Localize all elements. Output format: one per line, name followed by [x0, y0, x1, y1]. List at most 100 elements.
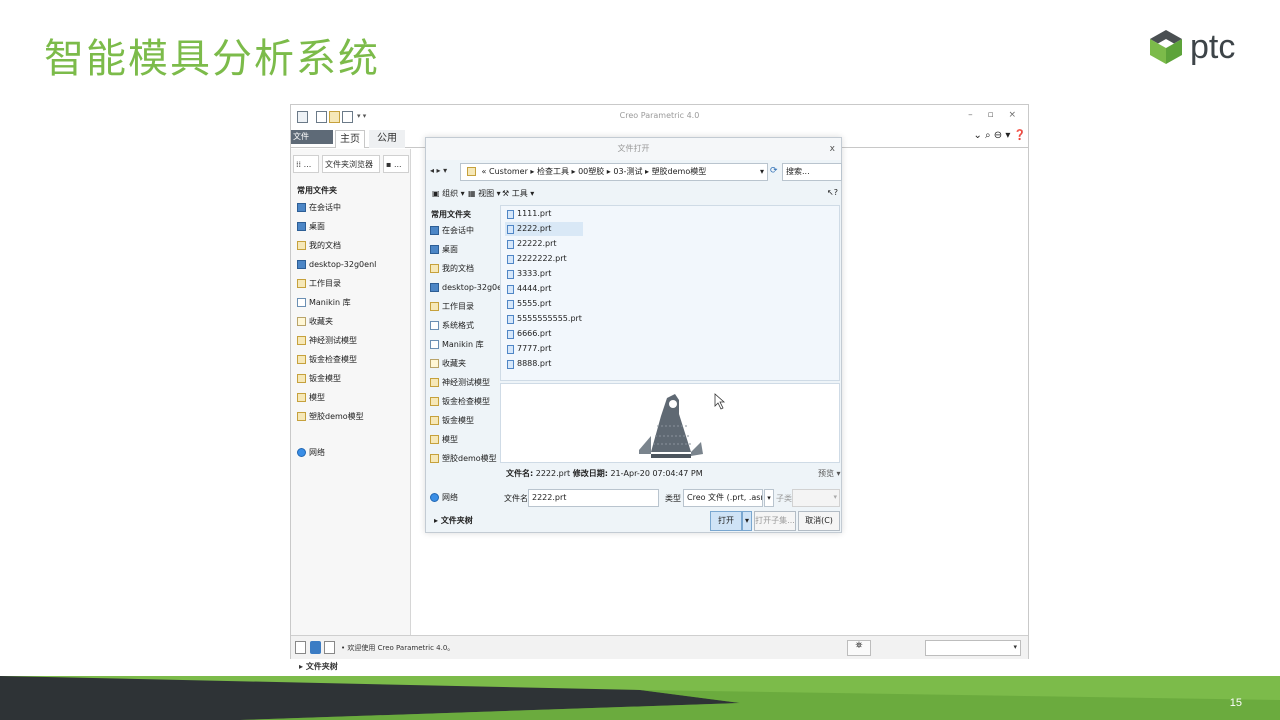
folder-item[interactable]: 钣金模型	[297, 369, 407, 388]
folder-label: 钣金检查模型	[309, 355, 357, 364]
prt-file-icon	[507, 269, 514, 279]
dialog-side-item[interactable]: 系统格式	[430, 316, 500, 335]
favorites-tab[interactable]: ▪ ...	[383, 155, 409, 173]
search-input[interactable]: 搜索...	[782, 163, 842, 181]
window-controls[interactable]: – ▫ ×	[968, 110, 1022, 120]
help-icons[interactable]: ⌄ ⌕ ⊖ ▾ ❓	[973, 130, 1026, 141]
file-item[interactable]: 22222.prt	[505, 237, 563, 251]
file-item[interactable]: 6666.prt	[505, 327, 557, 341]
folder-item[interactable]: 神经测试模型	[297, 331, 407, 350]
workdir-icon	[297, 279, 306, 288]
file-item[interactable]: 3333.prt	[505, 267, 557, 281]
prt-file-icon	[507, 224, 514, 234]
breadcrumb[interactable]: « Customer ▸ 检查工具 ▸ 00塑胶 ▸ 03-测试 ▸ 塑胶dem…	[460, 163, 768, 181]
footer-band	[0, 676, 1280, 720]
tab-home[interactable]: 主页	[335, 130, 365, 148]
type-select[interactable]: Creo 文件 (.prt, .asm,	[683, 489, 763, 507]
open-dropdown-icon[interactable]: ▾	[742, 511, 752, 531]
open-subset-button[interactable]: 打开子集...	[754, 511, 796, 531]
help-cursor-icon[interactable]: ↖?	[827, 188, 838, 197]
model-preview[interactable]	[500, 383, 840, 463]
organize-button[interactable]: ▣ 组织 ▾	[432, 188, 465, 199]
folder-item[interactable]: Manikin 库	[297, 293, 407, 312]
model-tree-tab[interactable]: ⁞⁞ ...	[293, 155, 319, 173]
filename-input[interactable]: 2222.prt	[528, 489, 659, 507]
dialog-side-item[interactable]: 模型	[430, 430, 500, 449]
file-item[interactable]: 7777.prt	[505, 342, 557, 356]
dialog-side-item[interactable]: desktop-32g0enl	[430, 278, 509, 297]
file-item[interactable]: 5555555555.prt	[505, 312, 588, 326]
computer-icon	[430, 283, 439, 292]
tools-button[interactable]: ⚒ 工具 ▾	[502, 188, 534, 199]
dialog-side-item[interactable]: 神经测试模型	[430, 373, 500, 392]
folder-browser-tab[interactable]: 文件夹浏览器	[322, 155, 380, 173]
status-feather-icon[interactable]	[310, 641, 321, 654]
folder-item[interactable]: 钣金检查模型	[297, 350, 407, 369]
session-icon	[297, 203, 306, 212]
dialog-side-item[interactable]: 收藏夹	[430, 354, 500, 373]
folder-item[interactable]: 塑胶demo模型	[297, 407, 407, 426]
dialog-side-item[interactable]: 钣金检查模型	[430, 392, 500, 411]
info-filename-label: 文件名:	[506, 469, 534, 478]
file-item[interactable]: 2222222.prt	[505, 252, 573, 266]
folder-item[interactable]: 模型	[297, 388, 407, 407]
tab-common[interactable]: 公用	[369, 130, 405, 148]
folder-browser-label: 文件夹浏览器	[325, 160, 373, 169]
dialog-folder-tree-toggle[interactable]: ▸ 文件夹树	[434, 515, 473, 526]
dialog-side-label: 模型	[442, 435, 458, 444]
folder-item[interactable]: 我的文档	[297, 236, 407, 255]
network-item[interactable]: 网络	[297, 443, 407, 462]
folder-item[interactable]: 桌面	[297, 217, 407, 236]
dialog-side-item[interactable]: 塑胶demo模型	[430, 449, 500, 468]
folder-item[interactable]: desktop-32g0enl	[297, 255, 407, 274]
common-folders-header: 常用文件夹	[297, 186, 337, 195]
folder-item[interactable]: 工作目录	[297, 274, 407, 293]
dialog-side-item[interactable]: 桌面	[430, 240, 500, 259]
breadcrumb-segment[interactable]: 03-测试	[613, 167, 642, 176]
preview-toggle[interactable]: 预览 ▾	[818, 468, 841, 479]
dialog-side-label: 塑胶demo模型	[442, 454, 497, 463]
back-forward-icon[interactable]: ◂ ▸ ▾	[430, 166, 447, 175]
type-dropdown-icon[interactable]: ▾	[764, 489, 774, 507]
breadcrumb-segment[interactable]: 00塑胶	[578, 167, 604, 176]
dialog-side-item[interactable]: Manikin 库	[430, 335, 500, 354]
status-window-icon[interactable]	[324, 641, 335, 654]
selection-filter-icon[interactable]: ⛯	[847, 640, 871, 656]
file-item-selected[interactable]: 2222.prt	[505, 222, 584, 236]
status-tree-icon[interactable]	[295, 641, 306, 654]
dialog-side-label: 我的文档	[442, 264, 474, 273]
prt-file-icon	[507, 344, 514, 354]
tab-file[interactable]: 文件	[291, 130, 333, 144]
folder-item[interactable]: 收藏夹	[297, 312, 407, 331]
dialog-side-item[interactable]: 钣金模型	[430, 411, 500, 430]
file-item[interactable]: 8888.prt	[505, 357, 557, 371]
file-item[interactable]: 1111.prt	[505, 207, 557, 221]
subtype-select[interactable]: ▾	[792, 489, 840, 507]
dialog-side-item[interactable]: 工作目录	[430, 297, 500, 316]
dialog-side-item[interactable]: 我的文档	[430, 259, 500, 278]
desktop-icon	[430, 245, 439, 254]
dialog-side-label: 神经测试模型	[442, 378, 490, 387]
dialog-side-label: 桌面	[442, 245, 458, 254]
file-item[interactable]: 5555.prt	[505, 297, 557, 311]
breadcrumb-segment[interactable]: Customer	[489, 167, 528, 176]
breadcrumb-dropdown-icon[interactable]: ▾	[760, 164, 764, 180]
file-list: 1111.prt 2222.prt 22222.prt 2222222.prt …	[500, 205, 840, 381]
dialog-network-item[interactable]: 网络	[430, 488, 500, 507]
refresh-icon[interactable]: ⟳	[770, 166, 778, 176]
dialog-close-button[interactable]: x	[830, 144, 835, 154]
ptc-logo-icon	[1150, 30, 1182, 64]
file-name: 6666.prt	[517, 329, 552, 338]
breadcrumb-segment[interactable]: 检查工具	[537, 167, 569, 176]
file-name: 2222.prt	[517, 224, 552, 233]
dialog-title: 文件打开	[426, 138, 841, 160]
folder-icon	[430, 454, 439, 463]
open-button[interactable]: 打开	[710, 511, 742, 531]
file-item[interactable]: 4444.prt	[505, 282, 557, 296]
cancel-button[interactable]: 取消(C)	[798, 511, 840, 531]
breadcrumb-segment[interactable]: 塑胶demo模型	[652, 167, 707, 176]
dialog-side-item[interactable]: 在会话中	[430, 221, 500, 240]
views-button[interactable]: ▦ 视图 ▾	[468, 188, 501, 199]
filter-select[interactable]: ▾	[925, 640, 1021, 656]
folder-item[interactable]: 在会话中	[297, 198, 407, 217]
